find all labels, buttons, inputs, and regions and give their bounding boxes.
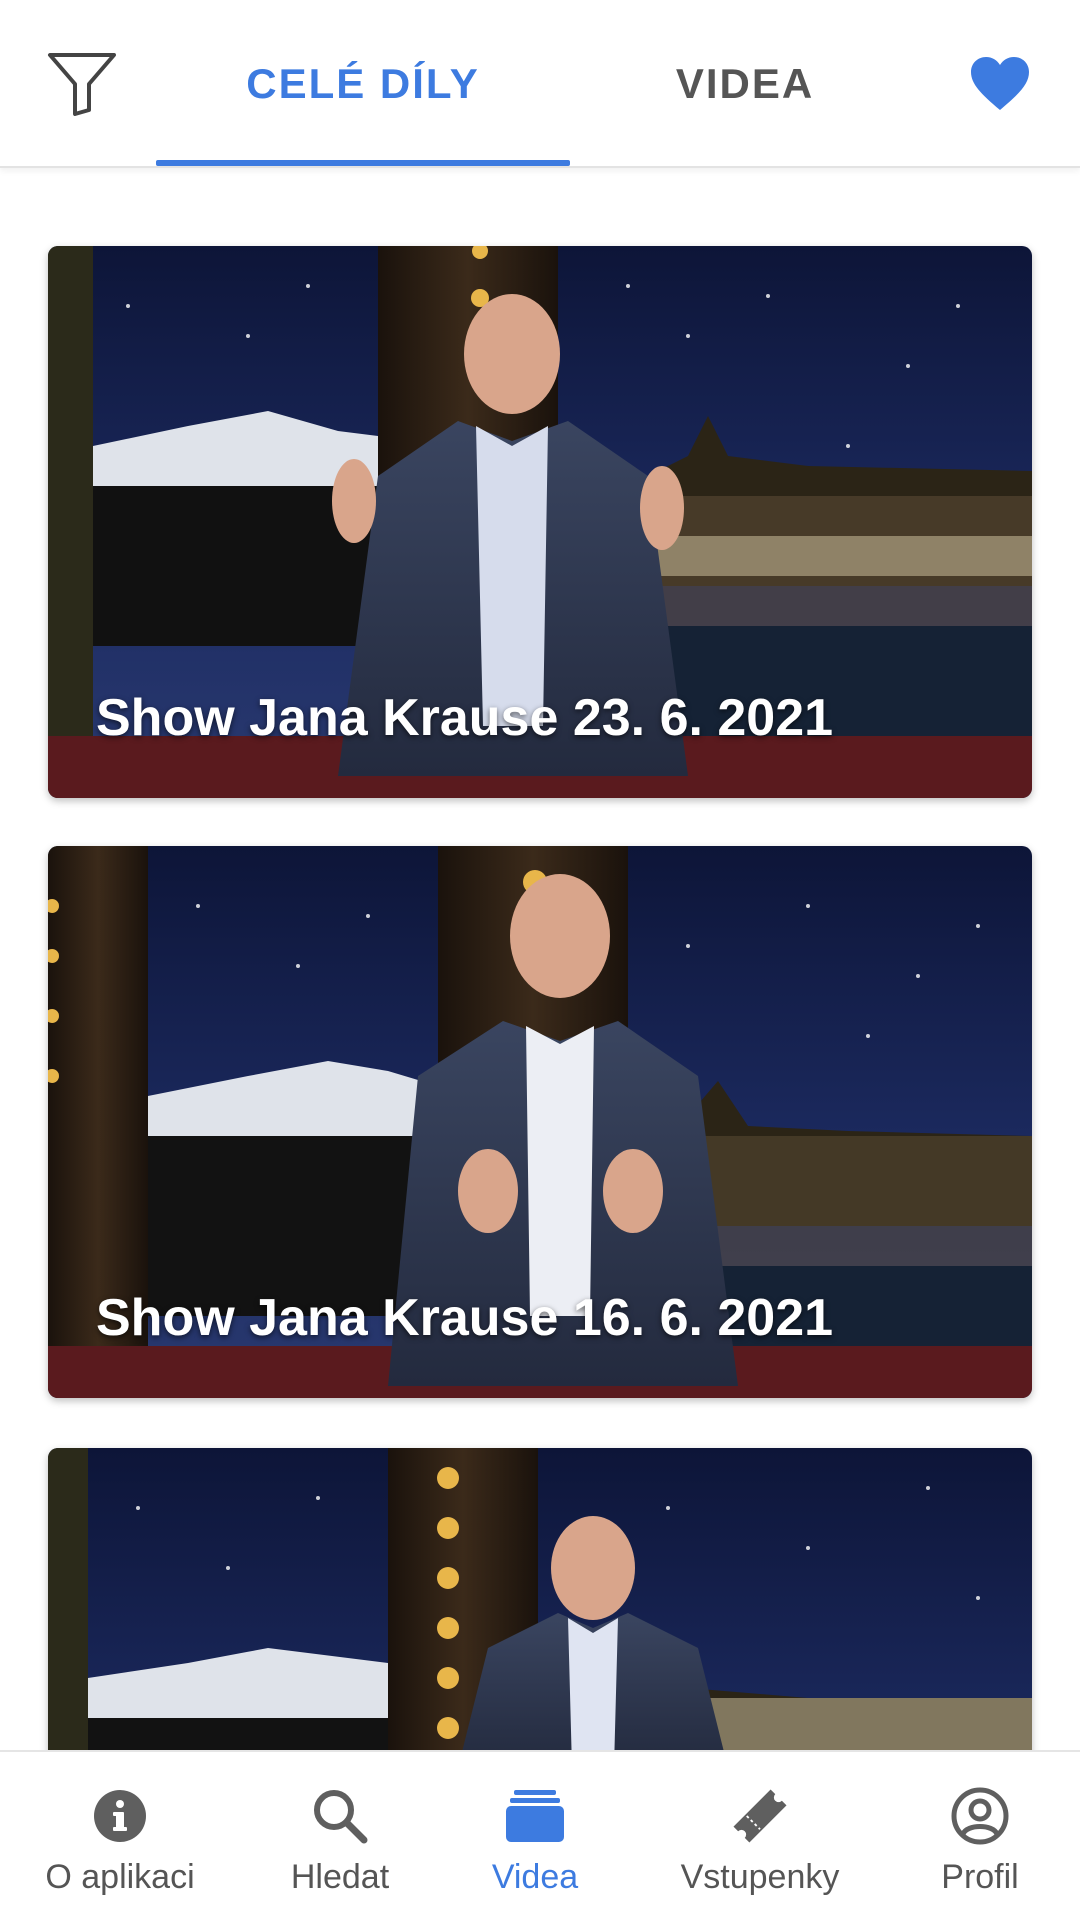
nav-item-profile[interactable]: Profil — [880, 1752, 1080, 1920]
nav-label: Videa — [491, 1858, 579, 1896]
tab-videos-label: VIDEA — [675, 60, 815, 107]
top-tab-bar: CELÉ DÍLY VIDEA — [0, 0, 1080, 168]
video-title: Show Jana Krause 16. 6. 2021 — [96, 1289, 834, 1347]
ticket-icon — [733, 1789, 787, 1843]
app-screen: CELÉ DÍLY VIDEA Show Jana Krause 23. 6. … — [0, 0, 1080, 1920]
filter-button[interactable] — [44, 48, 120, 120]
nav-label: Profil — [941, 1858, 1019, 1896]
tab-full-episodes-label: CELÉ DÍLY — [246, 60, 480, 107]
nav-item-videos[interactable]: Videa — [435, 1752, 635, 1920]
filter-icon — [48, 53, 116, 116]
bottom-navigation: O aplikaci Hledat Videa Vstupenky Profil — [0, 1750, 1080, 1920]
video-card[interactable]: Show Jana Krause 16. 6. 2021 — [48, 846, 1032, 1398]
videos-icon — [506, 1790, 564, 1842]
info-icon — [94, 1790, 146, 1842]
nav-label: Vstupenky — [680, 1858, 840, 1896]
favorites-button[interactable] — [968, 52, 1032, 116]
nav-label: O aplikaci — [45, 1858, 195, 1896]
tab-videos[interactable]: VIDEA — [580, 0, 910, 168]
nav-item-search[interactable]: Hledat — [240, 1752, 440, 1920]
nav-item-about[interactable]: O aplikaci — [20, 1752, 220, 1920]
profile-icon — [951, 1787, 1009, 1845]
search-icon — [314, 1790, 368, 1844]
active-tab-indicator — [156, 160, 570, 166]
nav-label: Hledat — [290, 1858, 390, 1896]
heart-icon — [971, 57, 1029, 110]
video-title: Show Jana Krause 23. 6. 2021 — [96, 689, 834, 747]
nav-item-tickets[interactable]: Vstupenky — [655, 1752, 865, 1920]
tab-full-episodes[interactable]: CELÉ DÍLY — [156, 0, 570, 168]
video-card[interactable]: Show Jana Krause 23. 6. 2021 — [48, 246, 1032, 798]
